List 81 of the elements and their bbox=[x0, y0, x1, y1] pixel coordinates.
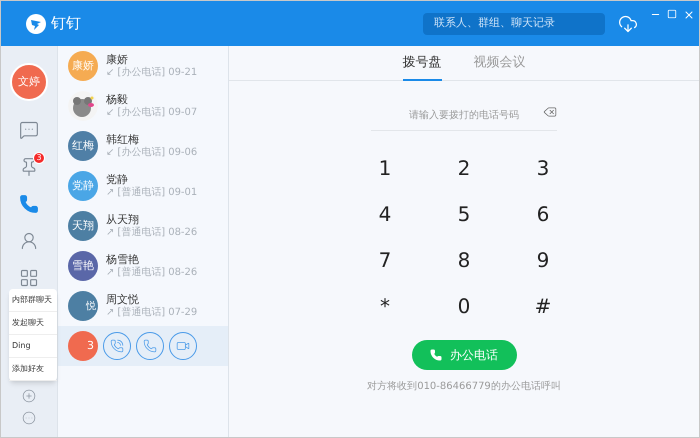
contact-name: 党静 bbox=[106, 172, 129, 186]
contact-name: 从天翔 bbox=[106, 212, 140, 226]
call-list-row[interactable]: 红梅 韩红梅 ↙ [办公电话] 09-06 bbox=[58, 126, 228, 166]
chat-nav-icon[interactable] bbox=[19, 120, 39, 140]
call-date: 09-07 bbox=[168, 106, 198, 120]
call-type: [普通电话] bbox=[117, 266, 166, 280]
call-list-row[interactable]: 党静 党静 ↗ [普通电话] 09-01 bbox=[58, 166, 228, 206]
phone-icon bbox=[143, 339, 157, 353]
video-camera-icon bbox=[176, 339, 190, 353]
menu-item[interactable]: Ding bbox=[9, 335, 57, 358]
contact-avatar: 3 bbox=[68, 331, 98, 361]
apps-nav-icon[interactable] bbox=[19, 268, 39, 288]
contact-name: 杨毅 bbox=[106, 92, 129, 106]
phone-icon bbox=[110, 339, 124, 353]
dial-key[interactable]: # bbox=[523, 283, 563, 329]
dial-key[interactable]: 3 bbox=[523, 145, 563, 191]
phone-number-field[interactable]: 请输入要拨打的电话号码 bbox=[389, 108, 539, 123]
add-icon[interactable] bbox=[22, 389, 36, 403]
contact-name: 韩红梅 bbox=[106, 132, 140, 146]
contact-name: 杨雪艳 bbox=[106, 252, 140, 266]
call-list-row[interactable]: 康娇 康娇 ↙ [办公电话] 09-21 bbox=[58, 46, 228, 86]
contact-avatar: 红梅 bbox=[68, 131, 98, 161]
call-button[interactable] bbox=[136, 332, 164, 360]
dial-key[interactable]: 2 bbox=[444, 145, 484, 191]
call-direction-arrow: ↗ bbox=[106, 186, 114, 200]
call-list-row[interactable]: 杨毅 ↙ [办公电话] 09-07 bbox=[58, 86, 228, 126]
logo-icon bbox=[26, 14, 46, 34]
call-list-row[interactable]: 雪艳 杨雪艳 ↗ [普通电话] 08-26 bbox=[58, 246, 228, 286]
contact-name: 康娇 bbox=[106, 52, 129, 66]
call-type: [普通电话] bbox=[117, 186, 166, 200]
contact-avatar: 康娇 bbox=[68, 51, 98, 81]
call-direction-arrow: ↗ bbox=[106, 306, 114, 320]
call-direction-arrow: ↗ bbox=[106, 226, 114, 240]
call-type: [办公电话] bbox=[117, 106, 166, 120]
call-direction-arrow: ↙ bbox=[106, 146, 114, 160]
contact-avatar: 雪艳 bbox=[68, 251, 98, 281]
close-icon[interactable] bbox=[683, 9, 695, 21]
video-call-button[interactable] bbox=[169, 332, 197, 360]
call-type: [普通电话] bbox=[117, 226, 166, 240]
cloud-download-icon[interactable] bbox=[618, 14, 638, 34]
phone-nav-icon[interactable] bbox=[19, 194, 39, 214]
dial-key[interactable]: 4 bbox=[365, 191, 405, 237]
menu-item[interactable]: 发起聊天 bbox=[9, 312, 57, 335]
menu-item[interactable]: 添加好友 bbox=[9, 358, 57, 381]
more-icon[interactable] bbox=[22, 411, 36, 425]
dial-key[interactable]: 1 bbox=[365, 145, 405, 191]
contact-name: 周文悦 bbox=[106, 292, 140, 306]
dial-key[interactable]: * bbox=[365, 283, 405, 329]
call-direction-arrow: ↙ bbox=[106, 66, 114, 80]
menu-item[interactable]: 内部群聊天 bbox=[9, 289, 57, 312]
call-date: 07-29 bbox=[168, 306, 198, 320]
tab[interactable]: 拨号盘 bbox=[402, 46, 442, 81]
contact-avatar: 党静 bbox=[68, 171, 98, 201]
dial-key[interactable]: 8 bbox=[444, 237, 484, 283]
call-date: 09-21 bbox=[168, 66, 198, 80]
unread-badge: 3 bbox=[33, 152, 45, 164]
dial-key[interactable]: 7 bbox=[365, 237, 405, 283]
call-note: 对方将收到010-86466779的办公电话呼叫 bbox=[367, 380, 561, 394]
contacts-nav-icon[interactable] bbox=[19, 231, 39, 251]
search-field[interactable]: 联系人、群组、聊天记录 bbox=[423, 12, 605, 34]
call-date: 09-01 bbox=[168, 186, 198, 200]
app-name: 钉钉 bbox=[51, 13, 81, 34]
call-type: [办公电话] bbox=[117, 146, 166, 160]
call-date: 09-06 bbox=[168, 146, 198, 160]
call-type: [普通电话] bbox=[117, 306, 166, 320]
dial-key[interactable]: 9 bbox=[523, 237, 563, 283]
dial-key[interactable]: 0 bbox=[444, 283, 484, 329]
backspace-icon[interactable] bbox=[543, 105, 557, 119]
dial-key[interactable]: 5 bbox=[444, 191, 484, 237]
desk-phone-button[interactable] bbox=[103, 332, 131, 360]
maximize-icon[interactable] bbox=[667, 9, 677, 19]
call-type: [办公电话] bbox=[117, 66, 166, 80]
contact-avatar: 悦 bbox=[68, 291, 98, 321]
phone-icon bbox=[430, 349, 442, 361]
call-direction-arrow: ↗ bbox=[106, 266, 114, 280]
dial-key[interactable]: 6 bbox=[523, 191, 563, 237]
call-date: 08-26 bbox=[168, 266, 198, 280]
contact-avatar: 天翔 bbox=[68, 211, 98, 241]
call-direction-arrow: ↙ bbox=[106, 106, 114, 120]
call-date: 08-26 bbox=[168, 226, 198, 240]
call-list-row[interactable]: 天翔 从天翔 ↗ [普通电话] 08-26 bbox=[58, 206, 228, 246]
